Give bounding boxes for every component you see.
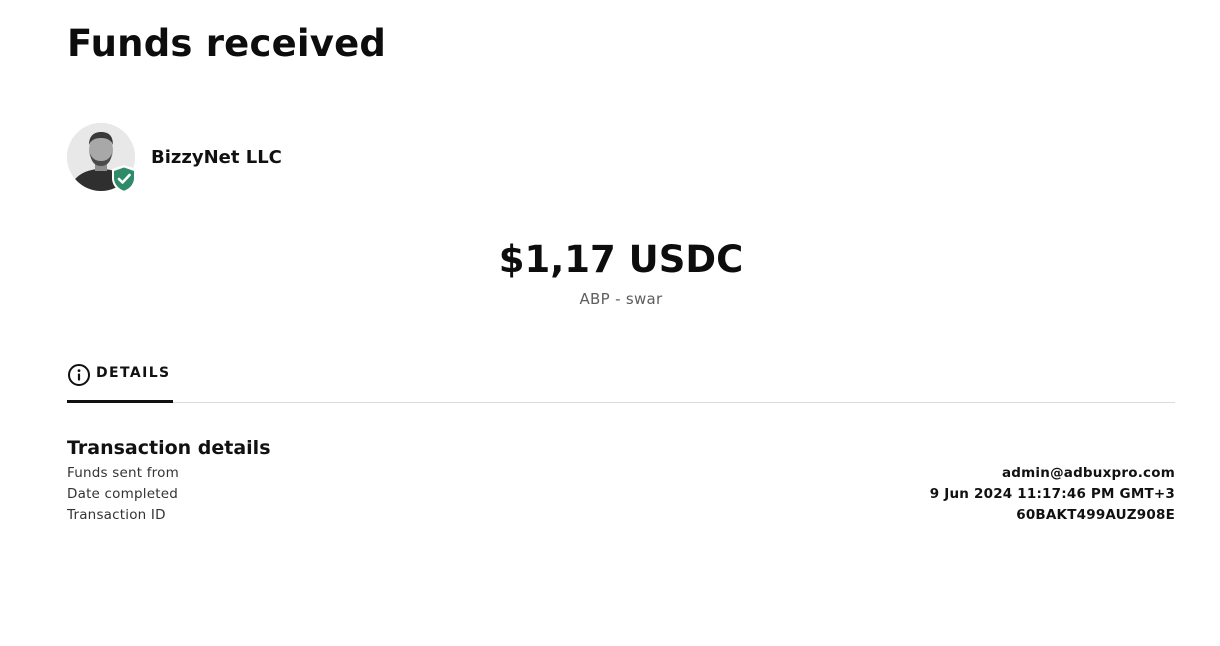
shield-check-icon [112,165,136,193]
tab-bar: DETAILS [67,360,1175,403]
detail-value: 60BAKT499AUZ908E [1016,507,1175,523]
detail-value: admin@adbuxpro.com [1001,465,1175,481]
info-icon [68,364,90,386]
amount-block: $1,17 USDC ABP - swar [0,236,1220,308]
detail-row-transaction-id: Transaction ID 60BAKT499AUZ908E [67,505,1175,526]
detail-row-sent-from: Funds sent from admin@adbuxpro.com [67,463,1175,484]
detail-label: Funds sent from [67,465,179,481]
detail-row-date-completed: Date completed 9 Jun 2024 11:17:46 PM GM… [67,484,1175,505]
details-heading: Transaction details [67,437,271,459]
sender-name: BizzyNet LLC [151,146,282,168]
avatar[interactable] [67,123,138,194]
funds-received-page: Funds received BizzyNet LLC $1,17 USDC A… [0,0,1220,646]
amount-memo: ABP - swar [579,290,663,308]
sender-info: BizzyNet LLC [67,123,282,194]
transaction-details: Transaction details Funds sent from admi… [67,437,1175,526]
verified-badge [110,164,138,194]
detail-label: Date completed [67,486,178,502]
page-title: Funds received [67,22,387,65]
amount-value: $1,17 USDC [498,238,744,281]
detail-value: 9 Jun 2024 11:17:46 PM GMT+3 [929,486,1175,502]
detail-label: Transaction ID [67,507,166,523]
tab-details-label: DETAILS [96,365,171,381]
tab-details[interactable]: DETAILS [67,360,173,403]
